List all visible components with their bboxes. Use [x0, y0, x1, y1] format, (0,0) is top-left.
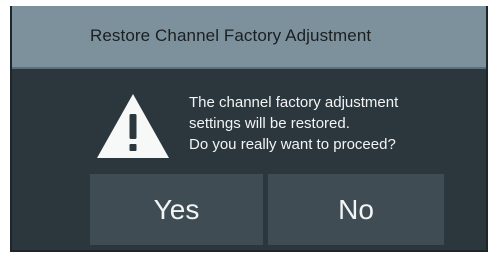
yes-button-label: Yes	[153, 193, 200, 225]
restore-factory-dialog: Restore Channel Factory Adjustment The c…	[10, 6, 488, 252]
message-line: settings will be restored.	[189, 115, 350, 132]
yes-button[interactable]: Yes	[90, 174, 263, 245]
dialog-title: Restore Channel Factory Adjustment	[90, 26, 372, 45]
dialog-titlebar: Restore Channel Factory Adjustment	[12, 6, 486, 69]
message-line: The channel factory adjustment	[189, 94, 399, 111]
no-button[interactable]: No	[268, 174, 444, 245]
dialog-message: The channel factory adjustment settings …	[189, 92, 398, 155]
warning-icon	[97, 94, 169, 158]
message-line: Do you really want to proceed?	[189, 136, 396, 153]
no-button-label: No	[338, 193, 374, 225]
